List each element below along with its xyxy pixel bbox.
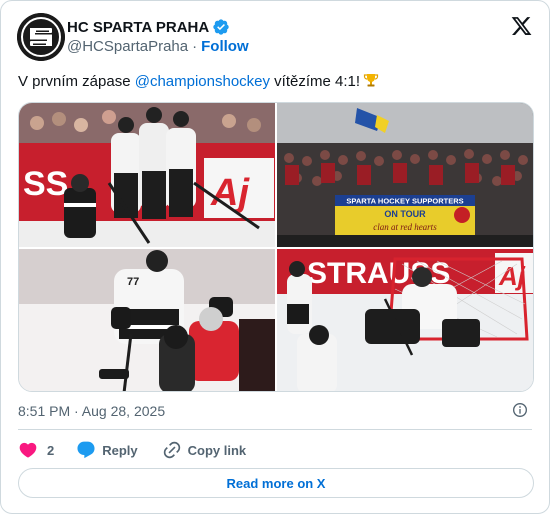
tweet-text: V prvním zápase @championshockey vítězím… bbox=[18, 72, 379, 92]
reply-bubble-icon bbox=[77, 441, 95, 459]
banner-line-2: ON TOUR bbox=[384, 209, 426, 219]
x-logo-icon[interactable] bbox=[510, 15, 533, 37]
sparta-logo-icon bbox=[17, 13, 65, 61]
photo-celebration[interactable]: SS Aj bbox=[19, 103, 275, 247]
photo-skater[interactable]: 77 bbox=[19, 249, 275, 391]
photo-goalie[interactable]: STRAUSS Aj bbox=[277, 249, 533, 391]
display-name[interactable]: HC SPARTA PRAHA bbox=[67, 19, 209, 36]
trophy-icon bbox=[363, 74, 379, 87]
like-count: 2 bbox=[47, 442, 55, 458]
like-button[interactable]: 2 bbox=[18, 440, 54, 460]
account-handle[interactable]: @HCSpartaPraha bbox=[67, 38, 188, 55]
media-grid: SS Aj SPARTA HOCKEY SUPPORTERS ON TOUR c… bbox=[18, 102, 534, 392]
mention-link[interactable]: @championshockey bbox=[135, 73, 270, 90]
jersey-number: 77 bbox=[127, 276, 139, 288]
follow-button[interactable]: Follow bbox=[201, 38, 249, 55]
tweet-timestamp[interactable]: 8:51 PM · Aug 28, 2025 bbox=[18, 403, 165, 419]
handle-row: @HCSpartaPraha · Follow bbox=[67, 38, 249, 55]
avatar[interactable] bbox=[17, 13, 65, 61]
read-more-button[interactable]: Read more on X bbox=[18, 468, 534, 498]
reply-button[interactable]: Reply bbox=[76, 440, 138, 460]
info-icon[interactable] bbox=[512, 402, 528, 418]
verified-badge-icon bbox=[213, 19, 229, 35]
banner-line-1: SPARTA HOCKEY SUPPORTERS bbox=[346, 197, 463, 206]
reply-label: Reply bbox=[102, 442, 138, 458]
link-icon bbox=[163, 441, 180, 459]
divider bbox=[18, 429, 532, 430]
copy-link-button[interactable]: Copy link bbox=[162, 440, 247, 460]
banner-line-3: clan at red hearts bbox=[373, 222, 437, 232]
tweet-text-end: vítězíme 4:1! bbox=[270, 73, 361, 90]
svg-text:SS: SS bbox=[23, 165, 68, 203]
copy-link-label: Copy link bbox=[187, 442, 247, 458]
photo-fans-banner[interactable]: SPARTA HOCKEY SUPPORTERS ON TOUR clan at… bbox=[277, 103, 533, 247]
handle-separator: · bbox=[192, 38, 198, 55]
tweet-header: HC SPARTA PRAHA @HCSpartaPraha · Follow bbox=[17, 13, 533, 61]
heart-icon bbox=[19, 442, 37, 458]
name-row: HC SPARTA PRAHA bbox=[67, 18, 230, 36]
tweet-embed-card: HC SPARTA PRAHA @HCSpartaPraha · Follow … bbox=[0, 0, 550, 514]
tweet-text-start: V prvním zápase bbox=[18, 73, 135, 90]
action-bar: 2 Reply Copy link bbox=[18, 439, 246, 461]
